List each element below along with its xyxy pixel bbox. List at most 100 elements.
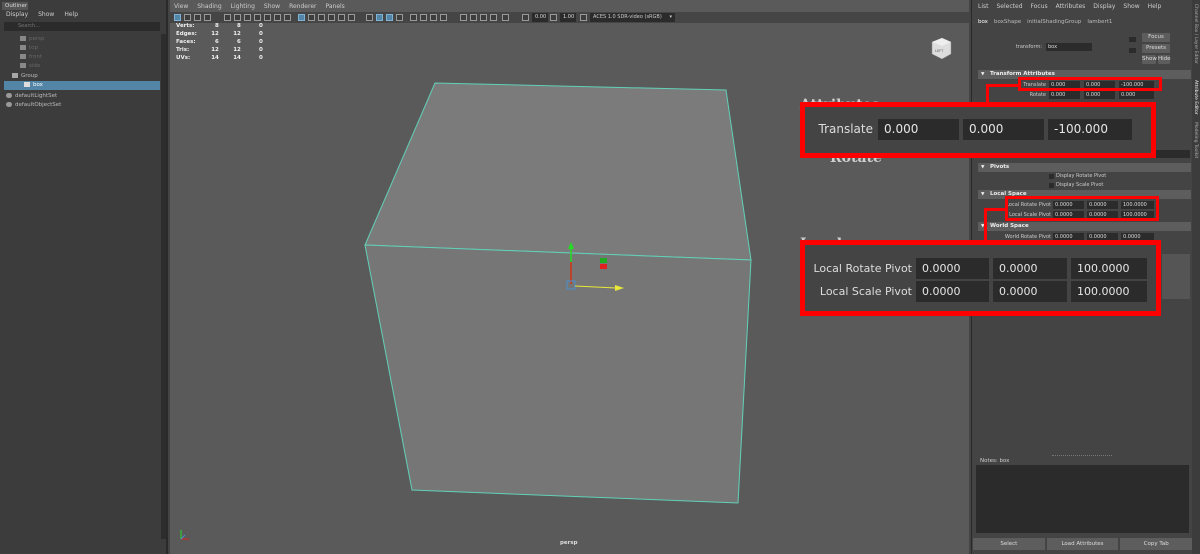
callout-translate-label: Translate bbox=[818, 122, 874, 136]
tab-lambert1[interactable]: lambert1 bbox=[1087, 19, 1112, 25]
outliner-item-box[interactable]: box bbox=[4, 81, 160, 90]
presets-toggle-icon[interactable] bbox=[1129, 48, 1136, 53]
local-pivot-highlight bbox=[1005, 196, 1159, 221]
outliner-item-label: defaultObjectSet bbox=[15, 102, 62, 108]
tab-attribute-editor[interactable]: Attribute Editor bbox=[1193, 80, 1198, 115]
callout-local-rotate-pivot-z-field: 100.0000 bbox=[1071, 258, 1147, 279]
tab-channel-box[interactable]: Channel Box / Layer Editor bbox=[1193, 4, 1198, 64]
rotate-y-field[interactable]: 0.000 bbox=[1084, 91, 1115, 99]
attr-menu-show[interactable]: Show bbox=[1123, 3, 1139, 10]
display-scale-pivot-checkbox[interactable] bbox=[1049, 183, 1054, 188]
attr-collapsed-rows bbox=[1162, 254, 1190, 299]
transform-label: transform: bbox=[1015, 44, 1042, 50]
camera-icon bbox=[20, 54, 26, 59]
callout-local-rotate-pivot-x-field: 0.0000 bbox=[916, 258, 989, 279]
show-button[interactable]: Show bbox=[1142, 55, 1157, 64]
outliner-item-label: top bbox=[29, 45, 39, 51]
outliner-menubar: Display Show Help bbox=[0, 11, 166, 20]
callout-connector bbox=[984, 208, 1006, 211]
set-icon bbox=[6, 102, 12, 107]
outliner-tab[interactable]: Outliner bbox=[2, 2, 28, 10]
outliner-item-front[interactable]: front bbox=[4, 53, 160, 62]
outliner-menu-help[interactable]: Help bbox=[64, 11, 78, 20]
attr-menu-display[interactable]: Display bbox=[1093, 3, 1115, 10]
outliner-item-defaultlightset[interactable]: defaultLightSet bbox=[4, 92, 160, 101]
attr-extra-field[interactable] bbox=[1156, 150, 1190, 158]
translate-zoom-callout: Translate 0.000 0.000 -100.000 bbox=[800, 102, 1156, 158]
tab-box[interactable]: box bbox=[978, 19, 988, 25]
display-scale-pivot-label: Display Scale Pivot bbox=[1056, 182, 1104, 188]
camera-icon bbox=[20, 45, 26, 50]
outliner-item-defaultobjectset[interactable]: defaultObjectSet bbox=[4, 101, 160, 110]
rotate-x-field[interactable]: 0.000 bbox=[1049, 91, 1080, 99]
callout-connector bbox=[986, 84, 1020, 87]
rotate-z-field[interactable]: 0.000 bbox=[1119, 91, 1154, 99]
notes-textarea[interactable] bbox=[976, 465, 1189, 533]
resize-handle[interactable] bbox=[1052, 455, 1112, 457]
attr-bottom-bar: Select Load Attributes Copy Tab bbox=[972, 537, 1193, 551]
local-pivot-zoom-callout: Local Rotate Pivot 0.0000 0.0000 100.000… bbox=[800, 240, 1161, 316]
camera-name-label: persp bbox=[560, 540, 578, 546]
outliner-item-persp[interactable]: persp bbox=[4, 35, 160, 44]
callout-local-scale-pivot-z-field: 100.0000 bbox=[1071, 281, 1147, 302]
viewcube[interactable]: LEFT bbox=[930, 36, 952, 60]
select-button[interactable]: Select bbox=[973, 538, 1045, 550]
group-icon bbox=[12, 73, 18, 78]
callout-local-scale-pivot-label: Local Scale Pivot bbox=[819, 285, 912, 298]
outliner-panel: Outliner Display Show Help Search... per… bbox=[0, 0, 168, 554]
notes-label: Notes: box bbox=[980, 458, 1010, 464]
outliner-item-top[interactable]: top bbox=[4, 44, 160, 53]
callout-local-rotate-pivot-y-field: 0.0000 bbox=[993, 258, 1067, 279]
outliner-item-label: side bbox=[29, 63, 41, 69]
transform-name-field[interactable]: box bbox=[1046, 43, 1092, 51]
section-world-space[interactable]: World Space bbox=[978, 222, 1191, 231]
attr-menu-selected[interactable]: Selected bbox=[997, 3, 1023, 10]
outliner-search-input[interactable]: Search... bbox=[4, 22, 160, 31]
cube-top-face[interactable] bbox=[364, 82, 752, 261]
set-icon bbox=[6, 93, 12, 98]
translate-highlight bbox=[1018, 77, 1162, 91]
outliner-item-label: Group bbox=[21, 73, 38, 79]
attr-menu-focus[interactable]: Focus bbox=[1031, 3, 1048, 10]
outliner-item-label: persp bbox=[29, 36, 45, 42]
attr-menu-list[interactable]: List bbox=[978, 3, 989, 10]
callout-local-scale-pivot-x-field: 0.0000 bbox=[916, 281, 989, 302]
viewcube-label: LEFT bbox=[935, 49, 944, 53]
tab-modeling-toolkit[interactable]: Modeling Toolkit bbox=[1193, 122, 1198, 158]
outliner-item-side[interactable]: side bbox=[4, 62, 160, 71]
right-side-tabs: Channel Box / Layer Editor Attribute Edi… bbox=[1192, 0, 1200, 554]
focus-toggle-icon[interactable] bbox=[1129, 37, 1136, 42]
callout-connector bbox=[986, 84, 989, 102]
outliner-scrollbar[interactable] bbox=[161, 34, 166, 539]
callout-local-scale-pivot-y-field: 0.0000 bbox=[993, 281, 1067, 302]
cube-front-face[interactable] bbox=[364, 244, 752, 504]
outliner-item-group[interactable]: Group bbox=[4, 72, 160, 81]
camera-icon bbox=[20, 36, 26, 41]
tab-boxshape[interactable]: boxShape bbox=[994, 19, 1021, 25]
outliner-menu-show[interactable]: Show bbox=[38, 11, 54, 20]
display-rotate-pivot-checkbox[interactable] bbox=[1049, 174, 1054, 179]
attr-menu-attributes[interactable]: Attributes bbox=[1056, 3, 1086, 10]
attr-tabs: box boxShape initialShadingGroup lambert… bbox=[972, 19, 1112, 25]
hide-button[interactable]: Hide bbox=[1158, 55, 1171, 64]
maya-window: Outliner Display Show Help Search... per… bbox=[0, 0, 1200, 554]
mesh-icon bbox=[24, 82, 30, 87]
tab-initialshadinggroup[interactable]: initialShadingGroup bbox=[1027, 19, 1081, 25]
presets-button[interactable]: Presets bbox=[1142, 44, 1170, 53]
callout-connector bbox=[984, 208, 987, 240]
display-rotate-pivot-label: Display Rotate Pivot bbox=[1056, 173, 1107, 179]
attr-menu-help[interactable]: Help bbox=[1148, 3, 1162, 10]
callout-local-rotate-pivot-label: Local Rotate Pivot bbox=[813, 262, 912, 275]
section-pivots[interactable]: Pivots bbox=[978, 163, 1191, 172]
outliner-item-label: box bbox=[33, 82, 43, 88]
copy-tab-button[interactable]: Copy Tab bbox=[1120, 538, 1193, 550]
axis-indicator-icon bbox=[180, 530, 189, 540]
callout-translate-x-field: 0.000 bbox=[878, 119, 959, 140]
outliner-item-label: defaultLightSet bbox=[15, 93, 58, 99]
callout-translate-y-field: 0.000 bbox=[963, 119, 1044, 140]
outliner-menu-display[interactable]: Display bbox=[6, 11, 28, 20]
focus-button[interactable]: Focus bbox=[1142, 33, 1170, 42]
load-attributes-button[interactable]: Load Attributes bbox=[1046, 538, 1119, 550]
camera-icon bbox=[20, 63, 26, 68]
callout-translate-z-field: -100.000 bbox=[1048, 119, 1132, 140]
